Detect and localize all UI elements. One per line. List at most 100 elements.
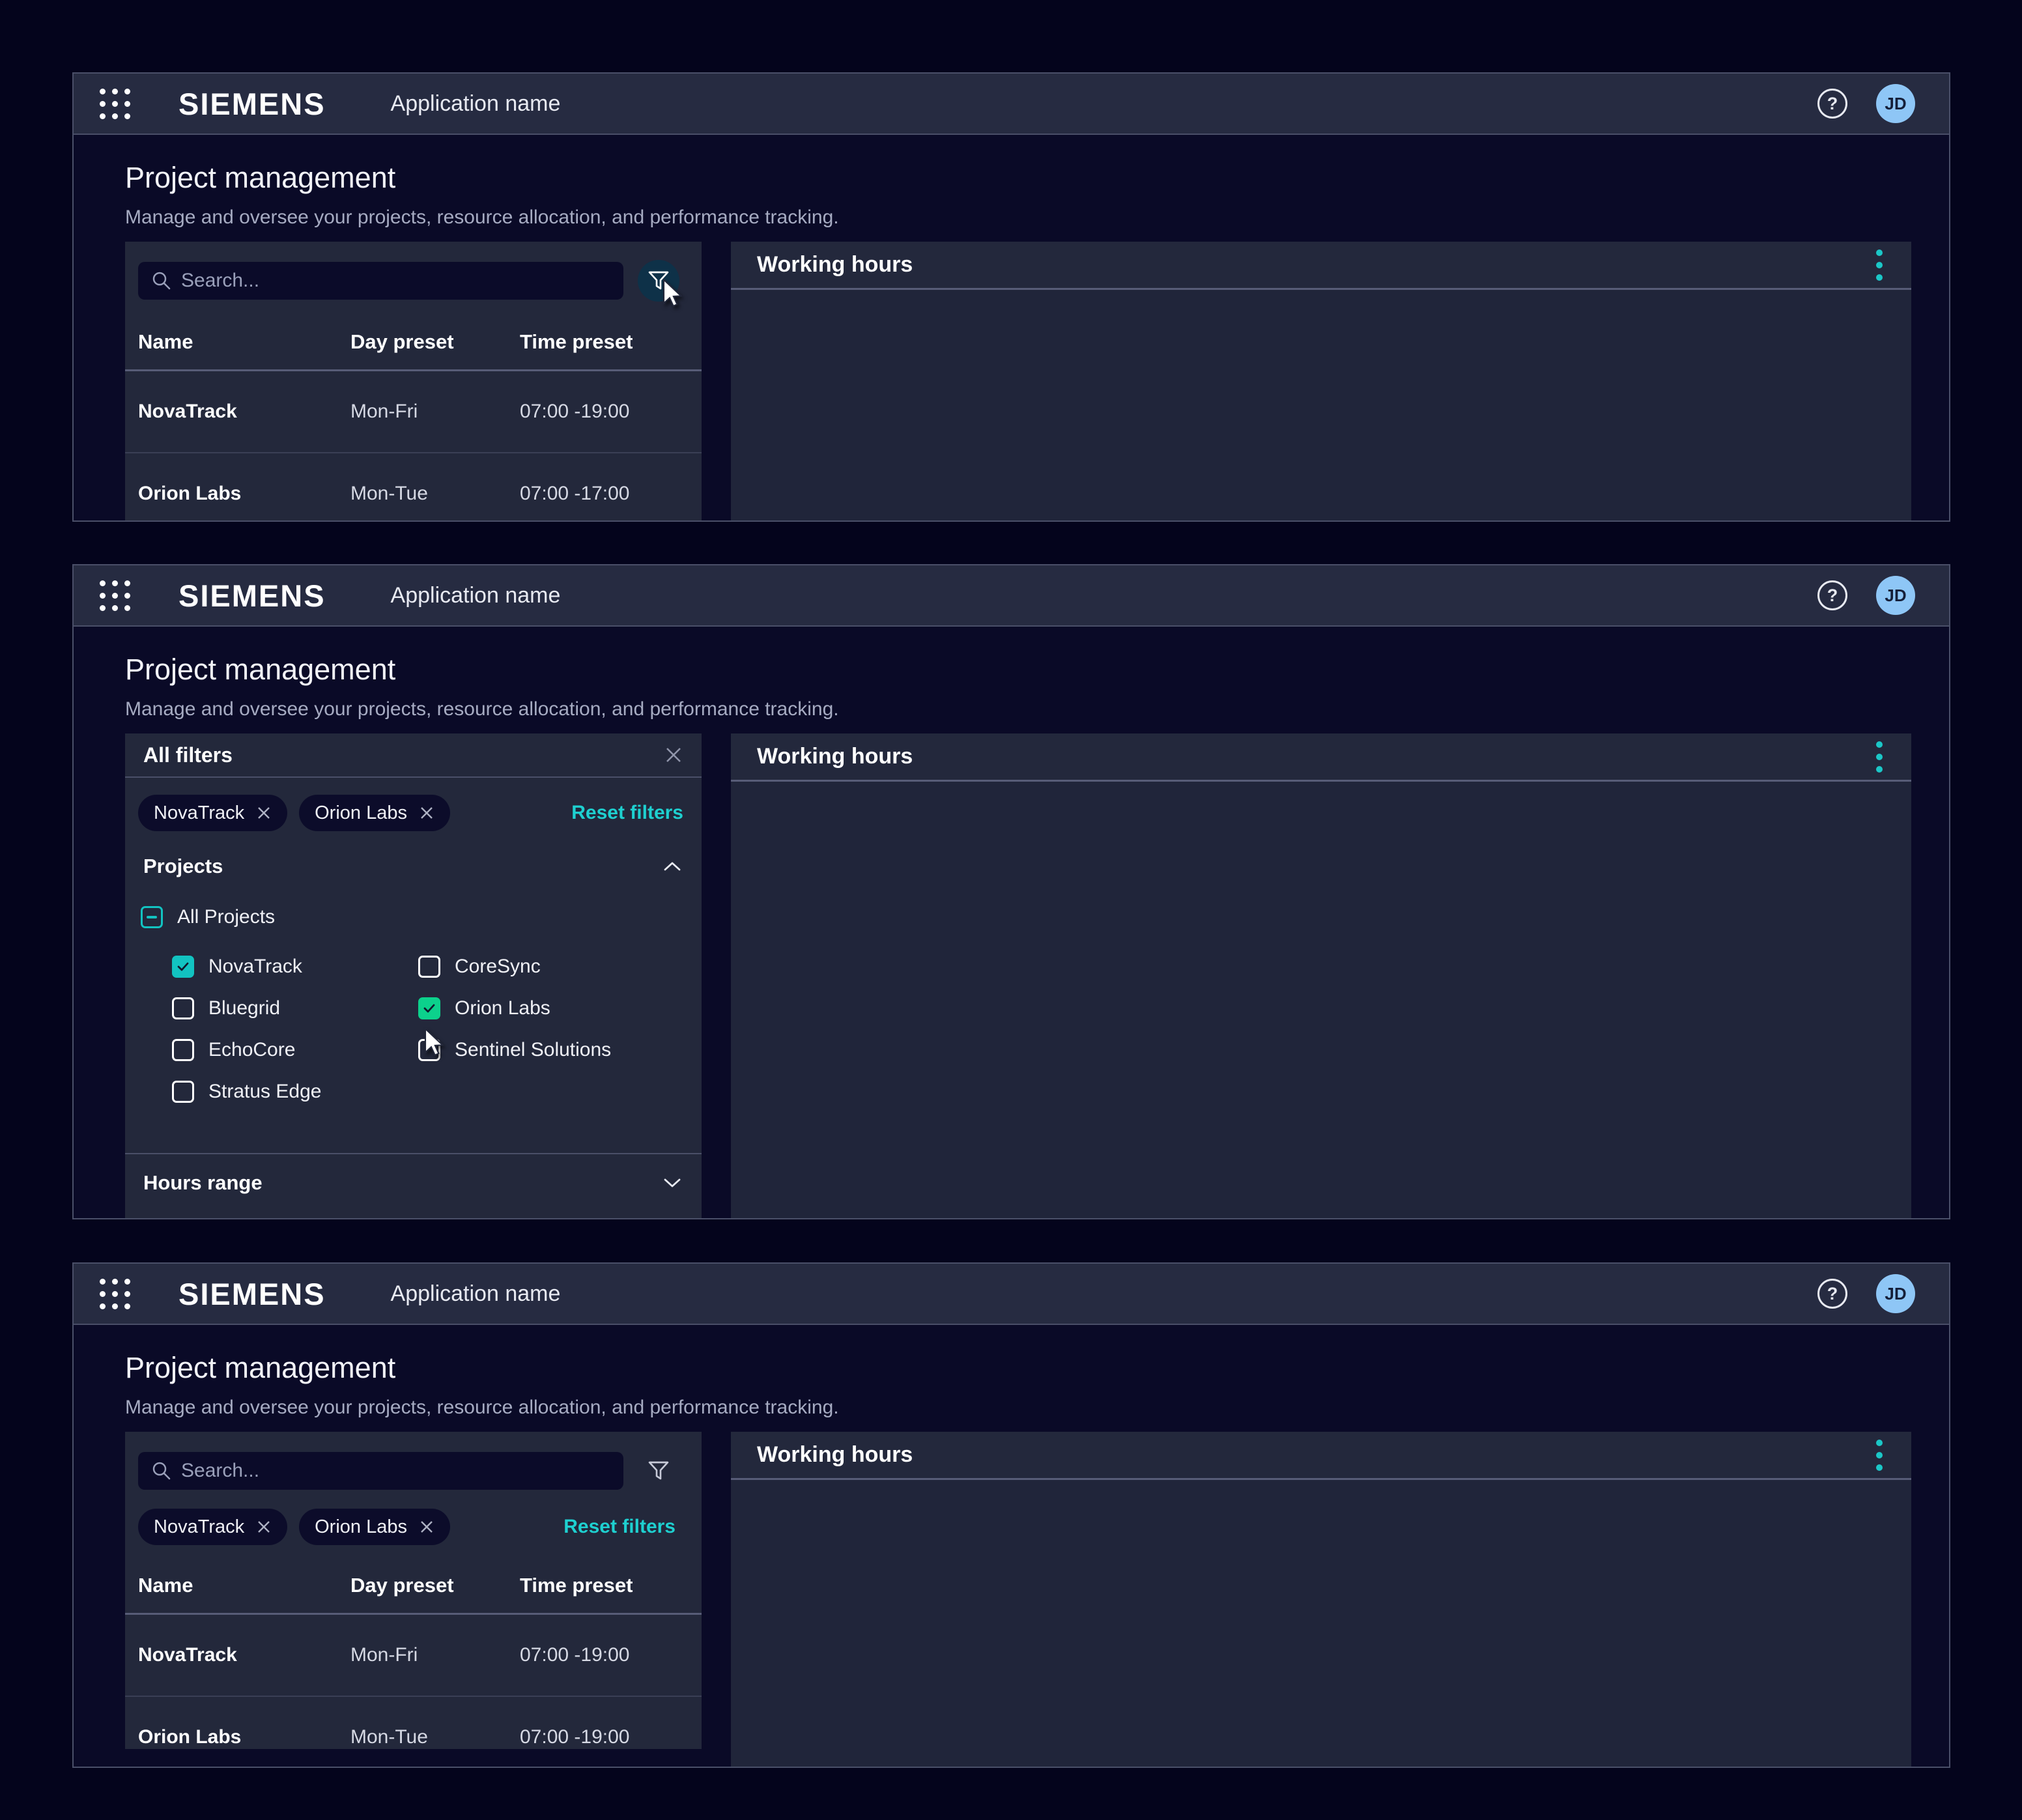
user-avatar[interactable]: JD — [1876, 576, 1915, 615]
working-hours-title: Working hours — [757, 1442, 913, 1468]
unchecked-checkbox-icon — [418, 1039, 440, 1061]
projects-section-toggle[interactable]: Projects — [125, 831, 702, 878]
working-hours-body — [731, 782, 1911, 1219]
checkbox-column-1: NovaTrack Bluegrid EchoCore — [172, 946, 418, 1113]
kebab-menu-icon[interactable] — [1873, 1437, 1885, 1473]
working-hours-card: Working hours — [731, 1432, 1911, 1768]
column-header-day: Day preset — [350, 1574, 520, 1597]
siemens-logo: SIEMENS — [178, 1276, 326, 1312]
filter-button[interactable] — [638, 1450, 679, 1492]
chevron-down-icon — [662, 1177, 682, 1189]
screenshot-frame-1: SIEMENS Application name ? JD Project ma… — [72, 72, 1950, 522]
checkbox-column-2: CoreSync Orion Labs — [418, 946, 611, 1113]
working-hours-title: Working hours — [757, 744, 913, 769]
siemens-logo: SIEMENS — [178, 578, 326, 614]
question-mark-icon: ? — [1827, 1284, 1838, 1304]
check-icon — [175, 959, 191, 974]
checked-checkbox-icon — [172, 956, 194, 978]
app-launcher-icon[interactable] — [100, 89, 130, 119]
cell-time-preset: 07:00 -19:00 — [520, 1644, 629, 1666]
checkbox-project[interactable]: Stratus Edge — [172, 1071, 418, 1113]
unchecked-checkbox-icon — [172, 1039, 194, 1061]
page-subtitle: Manage and oversee your projects, resour… — [125, 206, 1911, 229]
help-button[interactable]: ? — [1817, 1279, 1847, 1309]
close-icon — [662, 744, 685, 766]
indeterminate-checkbox-icon — [141, 906, 163, 928]
column-header-time: Time preset — [520, 1574, 633, 1597]
chip-remove-icon[interactable] — [256, 805, 272, 821]
filter-button[interactable] — [638, 260, 679, 302]
table-row[interactable]: Orion Labs Mon-Tue 07:00 -19:00 — [125, 1697, 702, 1749]
working-hours-header: Working hours — [731, 242, 1911, 290]
all-filters-panel: All filters NovaTrack — [125, 733, 702, 1219]
search-field-wrap — [138, 1452, 623, 1490]
checkbox-label: Stratus Edge — [208, 1081, 321, 1103]
cell-time-preset: 07:00 -19:00 — [520, 401, 629, 423]
main-area: All filters NovaTrack — [125, 733, 1911, 1219]
kebab-menu-icon[interactable] — [1873, 739, 1885, 775]
app-launcher-icon[interactable] — [100, 580, 130, 611]
checkbox-all-projects[interactable]: All Projects — [141, 899, 683, 935]
app-launcher-icon[interactable] — [100, 1279, 130, 1309]
table-row[interactable]: Orion Labs Mon-Tue 07:00 -17:00 — [125, 453, 702, 522]
screenshot-frame-3: SIEMENS Application name ? JD Project ma… — [72, 1262, 1950, 1768]
checkbox-project[interactable]: EchoCore — [172, 1029, 418, 1071]
chip-remove-icon[interactable] — [419, 1519, 434, 1535]
reset-filters-link[interactable]: Reset filters — [571, 802, 683, 824]
working-hours-card: Working hours — [731, 242, 1911, 522]
checkbox-project[interactable]: NovaTrack — [172, 946, 418, 988]
cell-day-preset: Mon-Fri — [350, 401, 520, 423]
user-avatar[interactable]: JD — [1876, 1274, 1915, 1313]
checkbox-label: Orion Labs — [455, 997, 550, 1019]
filter-chip[interactable]: Orion Labs — [299, 795, 450, 831]
page-content: Project management Manage and oversee yo… — [74, 135, 1949, 522]
chip-label: NovaTrack — [154, 1516, 244, 1538]
all-filters-title: All filters — [143, 743, 233, 767]
filter-chip[interactable]: NovaTrack — [138, 1509, 287, 1545]
checkbox-project[interactable]: Bluegrid — [172, 988, 418, 1029]
column-header-day: Day preset — [350, 330, 520, 354]
app-header: SIEMENS Application name ? JD — [74, 1264, 1949, 1325]
search-input[interactable] — [138, 1452, 623, 1490]
chip-label: Orion Labs — [315, 1516, 407, 1538]
help-button[interactable]: ? — [1817, 580, 1847, 610]
page-subtitle: Manage and oversee your projects, resour… — [125, 1397, 1911, 1419]
help-button[interactable]: ? — [1817, 89, 1847, 119]
question-mark-icon: ? — [1827, 586, 1838, 606]
chip-remove-icon[interactable] — [256, 1519, 272, 1535]
chip-remove-icon[interactable] — [419, 805, 434, 821]
active-filter-chips: NovaTrack Orion Labs Reset filter — [125, 778, 702, 831]
checkbox-project[interactable]: CoreSync — [418, 946, 611, 988]
user-avatar[interactable]: JD — [1876, 84, 1915, 123]
table-row[interactable]: NovaTrack Mon-Fri 07:00 -19:00 — [125, 1615, 702, 1697]
checkbox-project[interactable]: Orion Labs — [418, 988, 611, 1029]
unchecked-checkbox-icon — [172, 997, 194, 1019]
checkbox-project[interactable]: Sentinel Solutions — [418, 1029, 611, 1071]
unchecked-checkbox-icon — [418, 956, 440, 978]
app-header: SIEMENS Application name ? JD — [74, 74, 1949, 135]
filter-chip[interactable]: Orion Labs — [299, 1509, 450, 1545]
filter-chip[interactable]: NovaTrack — [138, 795, 287, 831]
cell-day-preset: Mon-Tue — [350, 1726, 520, 1748]
search-icon — [151, 270, 172, 291]
reset-filters-link[interactable]: Reset filters — [563, 1516, 676, 1538]
application-name: Application name — [391, 91, 561, 117]
hours-range-section-toggle[interactable]: Hours range — [125, 1154, 702, 1195]
checkbox-label: Bluegrid — [208, 997, 280, 1019]
close-filters-button[interactable] — [662, 744, 685, 766]
kebab-menu-icon[interactable] — [1873, 247, 1885, 283]
active-filter-chips: NovaTrack Orion Labs Reset filter — [125, 1492, 702, 1545]
search-row — [125, 242, 702, 302]
table-row[interactable]: NovaTrack Mon-Fri 07:00 -19:00 — [125, 371, 702, 453]
checkbox-label: Sentinel Solutions — [455, 1039, 611, 1061]
search-icon — [151, 1460, 172, 1481]
unchecked-checkbox-icon — [172, 1081, 194, 1103]
search-input[interactable] — [138, 262, 623, 300]
cell-name: Orion Labs — [138, 483, 350, 505]
projects-checkbox-tree: All Projects NovaTrack — [125, 878, 702, 1113]
question-mark-icon: ? — [1827, 94, 1838, 114]
main-area: NovaTrack Orion Labs Reset filter — [125, 1432, 1911, 1768]
screenshot-frame-2: SIEMENS Application name ? JD Project ma… — [72, 564, 1950, 1219]
search-field-wrap — [138, 262, 623, 300]
screenshot-canvas: { "header": { "logo": "SIEMENS", "app_na… — [0, 0, 2022, 1820]
